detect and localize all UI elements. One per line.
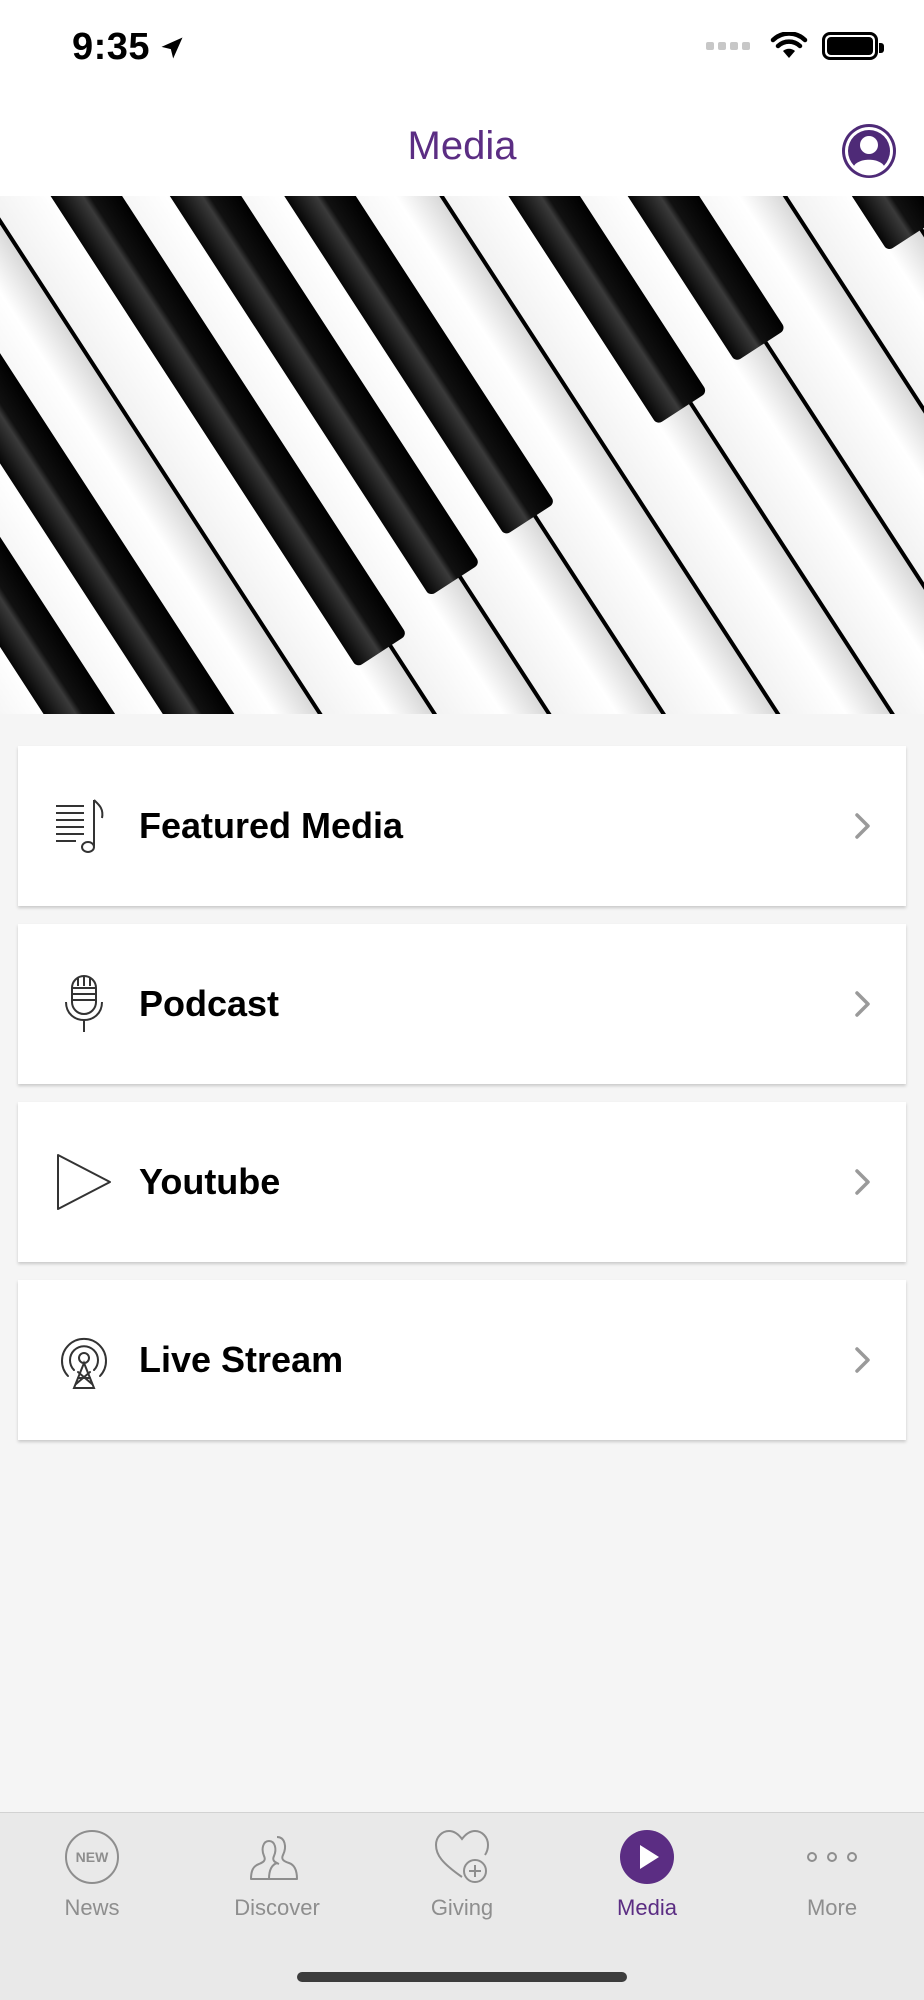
location-arrow-icon <box>161 37 183 59</box>
status-time: 9:35 <box>72 26 151 68</box>
menu-item-youtube[interactable]: Youtube <box>18 1102 906 1262</box>
status-indicators <box>706 32 884 60</box>
news-badge: NEW <box>76 1849 109 1865</box>
tab-media[interactable]: Media <box>555 1813 739 1953</box>
tab-label: Giving <box>430 1895 494 1920</box>
menu-item-label: Youtube <box>139 1161 281 1202</box>
people-icon <box>250 1836 298 1880</box>
cellular-signal-icon <box>706 42 750 50</box>
play-circle-icon <box>620 1830 674 1884</box>
screen: 9:35 Media Featured Media Podcast Youtub… <box>0 0 924 2000</box>
tab-discover[interactable]: Discover <box>185 1813 369 1953</box>
menu-item-label: Live Stream <box>139 1339 344 1380</box>
menu-item-live-stream[interactable]: Live Stream <box>18 1280 906 1440</box>
tab-label: Media <box>617 1895 677 1920</box>
page-title: Media <box>407 124 517 168</box>
chevron-right-icon <box>855 813 870 839</box>
heart-plus-icon <box>434 1829 490 1883</box>
chevron-right-icon <box>855 991 870 1017</box>
wifi-icon <box>770 32 808 58</box>
chevron-right-icon <box>855 1169 870 1195</box>
status-bar: 9:35 <box>0 0 924 100</box>
play-icon <box>57 1154 111 1210</box>
tab-more[interactable]: More <box>740 1813 924 1953</box>
music-list-icon <box>56 799 104 853</box>
piano-keys-image <box>0 196 924 714</box>
battery-icon <box>822 32 884 60</box>
chevron-right-icon <box>855 1347 870 1373</box>
tab-label: Discover <box>234 1895 320 1920</box>
nav-bar: Media <box>0 100 924 196</box>
tab-giving[interactable]: Giving <box>370 1813 554 1953</box>
tab-label: News <box>64 1895 120 1920</box>
microphone-icon <box>65 975 103 1032</box>
tab-news[interactable]: NEW News <box>0 1813 184 1953</box>
profile-button[interactable] <box>842 124 896 178</box>
more-dots-icon <box>807 1852 857 1862</box>
menu-item-featured-media[interactable]: Featured Media <box>18 746 906 906</box>
hero-image <box>0 196 924 714</box>
home-indicator <box>297 1972 627 1982</box>
broadcast-icon <box>61 1337 107 1389</box>
menu-item-label: Featured Media <box>139 805 404 846</box>
menu-item-podcast[interactable]: Podcast <box>18 924 906 1084</box>
news-icon: NEW <box>65 1830 119 1884</box>
media-menu: Featured Media Podcast Youtube Live Stre… <box>18 746 906 1458</box>
user-avatar-icon <box>845 127 893 176</box>
menu-item-label: Podcast <box>139 983 280 1024</box>
tab-label: More <box>806 1895 858 1920</box>
